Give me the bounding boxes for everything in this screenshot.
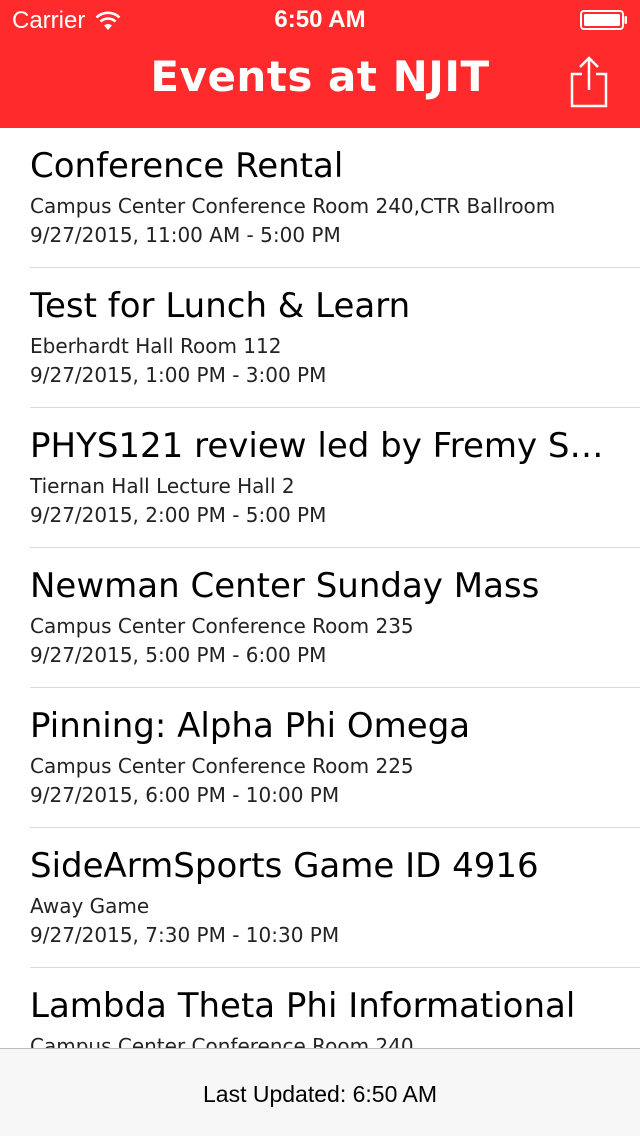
event-title: Lambda Theta Phi Informational <box>30 986 576 1026</box>
share-icon[interactable] <box>568 54 610 110</box>
event-title: SideArmSports Game ID 4916 <box>30 846 539 886</box>
event-row[interactable]: PHYS121 review led by Fremy Sa… Tiernan … <box>0 408 640 548</box>
status-time: 6:50 AM <box>274 6 366 33</box>
page-title: Events at NJIT <box>150 52 490 101</box>
event-title: Conference Rental <box>30 146 344 186</box>
event-title: PHYS121 review led by Fremy Sa… <box>30 426 610 466</box>
event-time: 9/27/2015, 6:00 PM - 10:00 PM <box>30 783 340 807</box>
event-title: Newman Center Sunday Mass <box>30 566 540 606</box>
event-location: Away Game <box>30 894 150 918</box>
event-title: Pinning: Alpha Phi Omega <box>30 706 471 746</box>
last-updated-label: Last Updated: 6:50 AM <box>203 1081 437 1107</box>
event-time: 9/27/2015, 1:00 PM - 3:00 PM <box>30 363 327 387</box>
event-time: 9/27/2015, 5:00 PM - 6:00 PM <box>30 643 327 667</box>
event-location: Eberhardt Hall Room 112 <box>30 334 282 358</box>
event-row[interactable]: Lambda Theta Phi Informational Campus Ce… <box>0 968 640 1048</box>
event-row[interactable]: SideArmSports Game ID 4916 Away Game 9/2… <box>0 828 640 968</box>
event-row[interactable]: Test for Lunch & Learn Eberhardt Hall Ro… <box>0 268 640 408</box>
event-time: 9/27/2015, 2:00 PM - 5:00 PM <box>30 503 327 527</box>
event-row[interactable]: Pinning: Alpha Phi Omega Campus Center C… <box>0 688 640 828</box>
event-location: Campus Center Conference Room 225 <box>30 754 414 778</box>
event-row[interactable]: Conference Rental Campus Center Conferen… <box>0 128 640 268</box>
event-location: Campus Center Conference Room 235 <box>30 614 414 638</box>
event-row[interactable]: Newman Center Sunday Mass Campus Center … <box>0 548 640 688</box>
event-time: 9/27/2015, 11:00 AM - 5:00 PM <box>30 223 341 247</box>
event-time: 9/27/2015, 7:30 PM - 10:30 PM <box>30 923 340 947</box>
event-title: Test for Lunch & Learn <box>30 286 411 326</box>
status-bar: Carrier 6:50 AM <box>0 0 640 40</box>
events-list[interactable]: Conference Rental Campus Center Conferen… <box>0 128 640 1048</box>
event-location: Campus Center Conference Room 240 <box>30 1034 414 1048</box>
event-location: Campus Center Conference Room 240,CTR Ba… <box>30 194 556 218</box>
event-location: Tiernan Hall Lecture Hall 2 <box>30 474 295 498</box>
battery-icon <box>580 10 627 30</box>
navigation-header: Carrier 6:50 AM Events at NJIT <box>0 0 640 128</box>
footer-toolbar: Last Updated: 6:50 AM <box>0 1048 640 1136</box>
